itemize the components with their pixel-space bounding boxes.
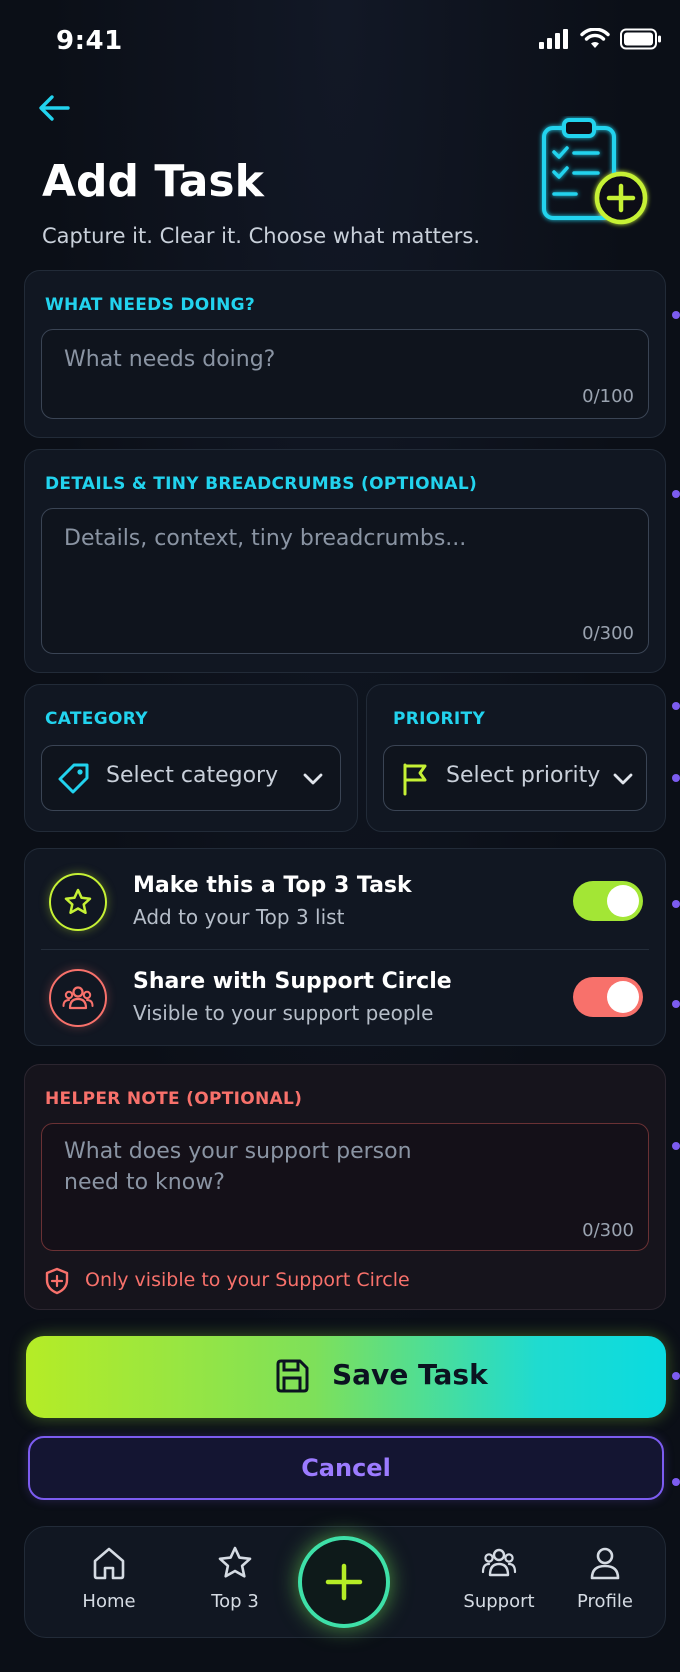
wifi-icon: [580, 28, 610, 48]
add-task-fab[interactable]: [298, 1536, 390, 1628]
battery-icon: [620, 28, 661, 50]
helper-note-counter: 0/300: [582, 1220, 634, 1241]
task-name-counter: 0/100: [582, 386, 634, 407]
chevron-down-icon: [613, 773, 633, 785]
category-label: CATEGORY: [45, 709, 148, 729]
priority-label: PRIORITY: [393, 709, 486, 729]
category-select[interactable]: Select category: [41, 745, 341, 811]
priority-value: Select priority: [446, 763, 601, 788]
chevron-down-icon: [303, 773, 323, 785]
edge-marker: [672, 311, 680, 319]
edge-marker: [672, 702, 680, 710]
page-title: Add Task: [42, 156, 264, 207]
cancel-label: Cancel: [301, 1454, 391, 1482]
people-icon: [481, 1548, 517, 1577]
task-name-input[interactable]: What needs doing? 0/100: [41, 329, 649, 419]
details-textarea[interactable]: Details, context, tiny breadcrumbs... 0/…: [41, 508, 649, 654]
back-button[interactable]: [34, 88, 74, 128]
top3-toggle[interactable]: [573, 881, 643, 921]
toggle-knob: [607, 981, 639, 1013]
nav-label-top3: Top 3: [211, 1591, 259, 1612]
edge-marker: [672, 774, 680, 782]
task-name-label: WHAT NEEDS DOING?: [45, 295, 256, 315]
helper-note-privacy: Only visible to your Support Circle: [85, 1269, 410, 1291]
plus-icon: [325, 1563, 363, 1601]
task-name-placeholder: What needs doing?: [64, 347, 276, 372]
helper-note-placeholder-line2: need to know?: [64, 1170, 225, 1195]
signal-icon: [539, 29, 568, 49]
priority-card: PRIORITY Select priority: [366, 684, 666, 832]
priority-select[interactable]: Select priority: [383, 745, 647, 811]
nav-label-support: Support: [463, 1591, 535, 1612]
arrow-left-icon: [39, 95, 70, 121]
top3-toggle-title: Make this a Top 3 Task: [133, 873, 412, 898]
flag-icon: [403, 763, 427, 796]
edge-marker: [672, 1372, 680, 1380]
toggle-knob: [607, 885, 639, 917]
details-label: DETAILS & TINY BREADCRUMBS (OPTIONAL): [45, 474, 478, 494]
nav-item-top3[interactable]: Top 3: [185, 1545, 285, 1625]
tag-icon: [58, 763, 89, 794]
star-icon: [64, 888, 92, 915]
page-subtitle: Capture it. Clear it. Choose what matter…: [42, 224, 481, 248]
details-counter: 0/300: [582, 623, 634, 644]
support-toggle-subtitle: Visible to your support people: [133, 1001, 434, 1025]
options-card: Make this a Top 3 Task Add to your Top 3…: [24, 848, 666, 1046]
category-card: CATEGORY Select category: [24, 684, 358, 832]
save-task-button[interactable]: Save Task: [26, 1336, 666, 1418]
support-toggle-title: Share with Support Circle: [133, 969, 452, 994]
status-icons: [538, 28, 662, 50]
category-value: Select category: [106, 763, 279, 788]
clipboard-add-icon: [542, 118, 648, 225]
nav-item-home[interactable]: Home: [59, 1545, 159, 1625]
add-task-screen: 9:41 Add Task Capture it. Clear it. Choo…: [0, 0, 680, 1672]
edge-marker: [672, 1142, 680, 1150]
details-placeholder: Details, context, tiny breadcrumbs...: [64, 526, 467, 551]
task-name-card: WHAT NEEDS DOING? What needs doing? 0/10…: [24, 270, 666, 438]
person-icon: [590, 1547, 620, 1580]
home-icon: [93, 1547, 125, 1580]
helper-note-card: HELPER NOTE (OPTIONAL) What does your su…: [24, 1064, 666, 1310]
status-time: 9:41: [56, 26, 123, 56]
cancel-button[interactable]: Cancel: [28, 1436, 664, 1500]
nav-label-profile: Profile: [577, 1591, 633, 1612]
support-toggle[interactable]: [573, 977, 643, 1017]
edge-marker: [672, 1478, 680, 1486]
edge-marker: [672, 1000, 680, 1008]
helper-note-placeholder-line1: What does your support person: [64, 1139, 412, 1164]
save-task-label: Save Task: [332, 1358, 488, 1391]
shield-icon: [45, 1267, 69, 1295]
helper-note-label: HELPER NOTE (OPTIONAL): [45, 1089, 303, 1109]
edge-marker: [672, 900, 680, 908]
top3-icon-badge: [49, 873, 107, 931]
nav-item-profile[interactable]: Profile: [555, 1545, 655, 1625]
details-card: DETAILS & TINY BREADCRUMBS (OPTIONAL) De…: [24, 449, 666, 673]
edge-marker: [672, 490, 680, 498]
status-bar: 9:41: [0, 22, 680, 62]
floppy-disk-icon: [276, 1359, 309, 1393]
nav-item-support[interactable]: Support: [449, 1545, 549, 1625]
star-icon: [218, 1546, 252, 1578]
support-icon-badge: [49, 969, 107, 1027]
people-icon: [62, 986, 94, 1010]
top3-toggle-subtitle: Add to your Top 3 list: [133, 905, 345, 929]
helper-note-textarea[interactable]: What does your support person need to kn…: [41, 1123, 649, 1251]
nav-label-home: Home: [82, 1591, 136, 1612]
options-divider: [41, 949, 649, 950]
